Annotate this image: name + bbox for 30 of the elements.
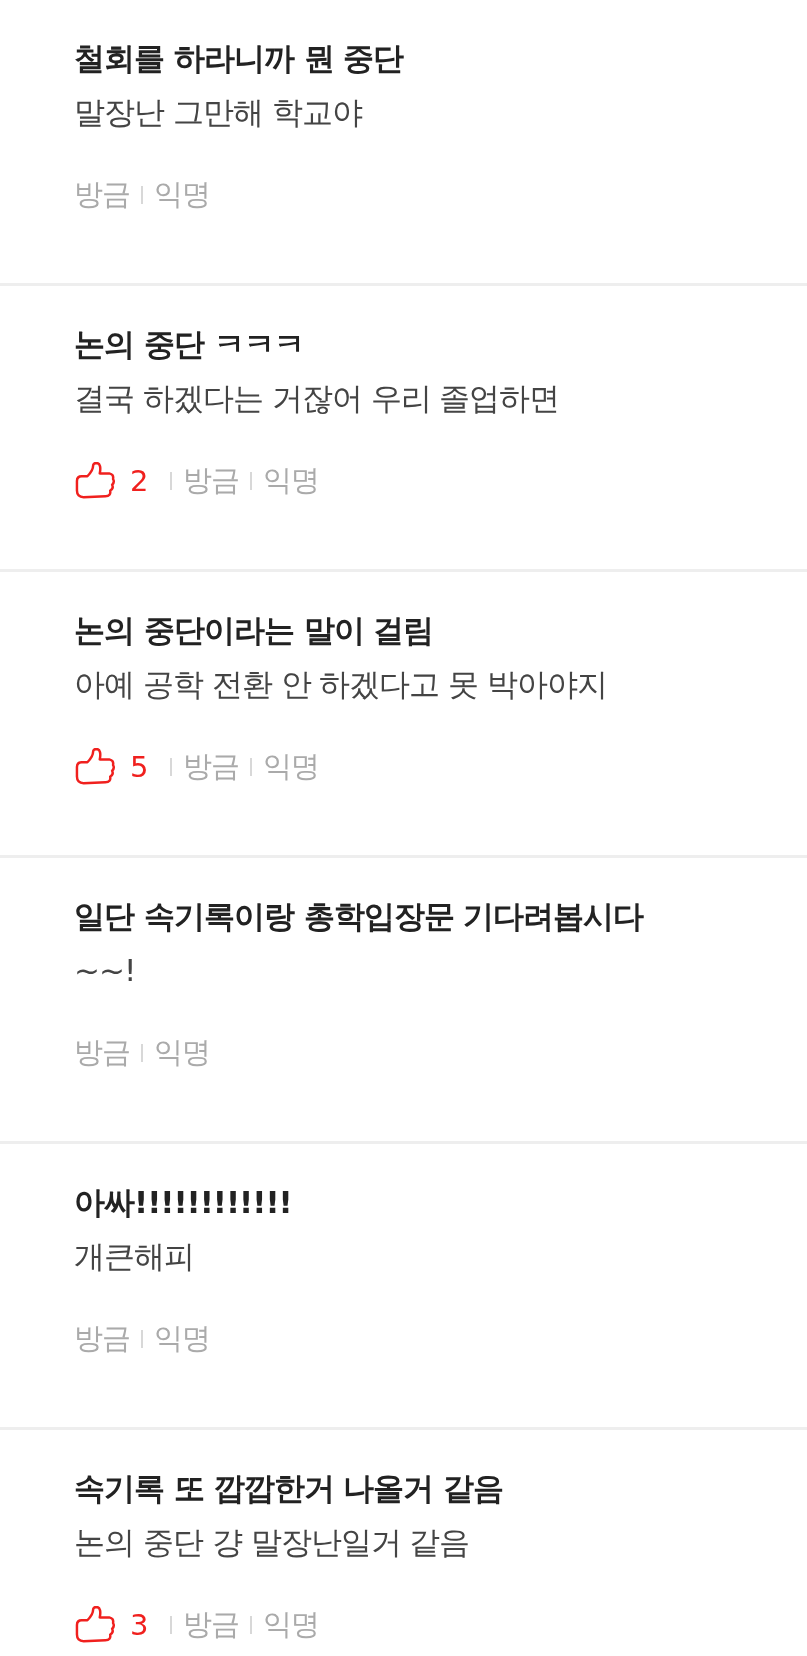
- thumbs-up-icon[interactable]: [74, 462, 116, 500]
- comment-text: ~~!: [74, 951, 137, 990]
- comment-text: 결국 하겠다는 거잖어 우리 졸업하면: [74, 379, 561, 418]
- author-name: 익명: [154, 1320, 210, 1357]
- author-name: 익명: [263, 1606, 320, 1643]
- post-time: 방금: [74, 1034, 130, 1071]
- post-time: 방금: [74, 1320, 130, 1357]
- comment-title: 아싸!!!!!!!!!!!!: [74, 1183, 293, 1222]
- comment-title: 일단 속기록이랑 총학입장문 기다려봅시다: [74, 897, 645, 936]
- comment-text: 아예 공학 전환 안 하겠다고 못 박아야지: [74, 665, 609, 704]
- comment-text: 말장난 그만해 학교야: [74, 93, 364, 132]
- post-time: 방금: [183, 748, 240, 785]
- comment-title: 논의 중단 ㅋㅋㅋ: [74, 325, 305, 364]
- post-time: 방금: [183, 462, 240, 499]
- like-count: 3: [130, 1608, 149, 1642]
- author-name: 익명: [154, 1034, 210, 1071]
- comment-title: 속기록 또 깝깝한거 나올거 같음: [74, 1469, 505, 1508]
- author-name: 익명: [263, 462, 320, 499]
- comment-text: 개큰해피: [74, 1237, 195, 1276]
- like-count: 2: [130, 464, 149, 498]
- author-name: 익명: [263, 748, 320, 785]
- comment-title: 논의 중단이라는 말이 걸림: [74, 611, 435, 650]
- like-count: 5: [130, 750, 149, 784]
- author-name: 익명: [154, 176, 210, 213]
- comment-title: 철회를 하라니까 뭔 중단: [74, 39, 405, 78]
- post-time: 방금: [74, 176, 130, 213]
- post-time: 방금: [183, 1606, 240, 1643]
- thumbs-up-icon[interactable]: [74, 748, 116, 786]
- thumbs-up-icon[interactable]: [74, 1606, 116, 1644]
- comment-text: 논의 중단 걍 말장난일거 같음: [74, 1523, 471, 1562]
